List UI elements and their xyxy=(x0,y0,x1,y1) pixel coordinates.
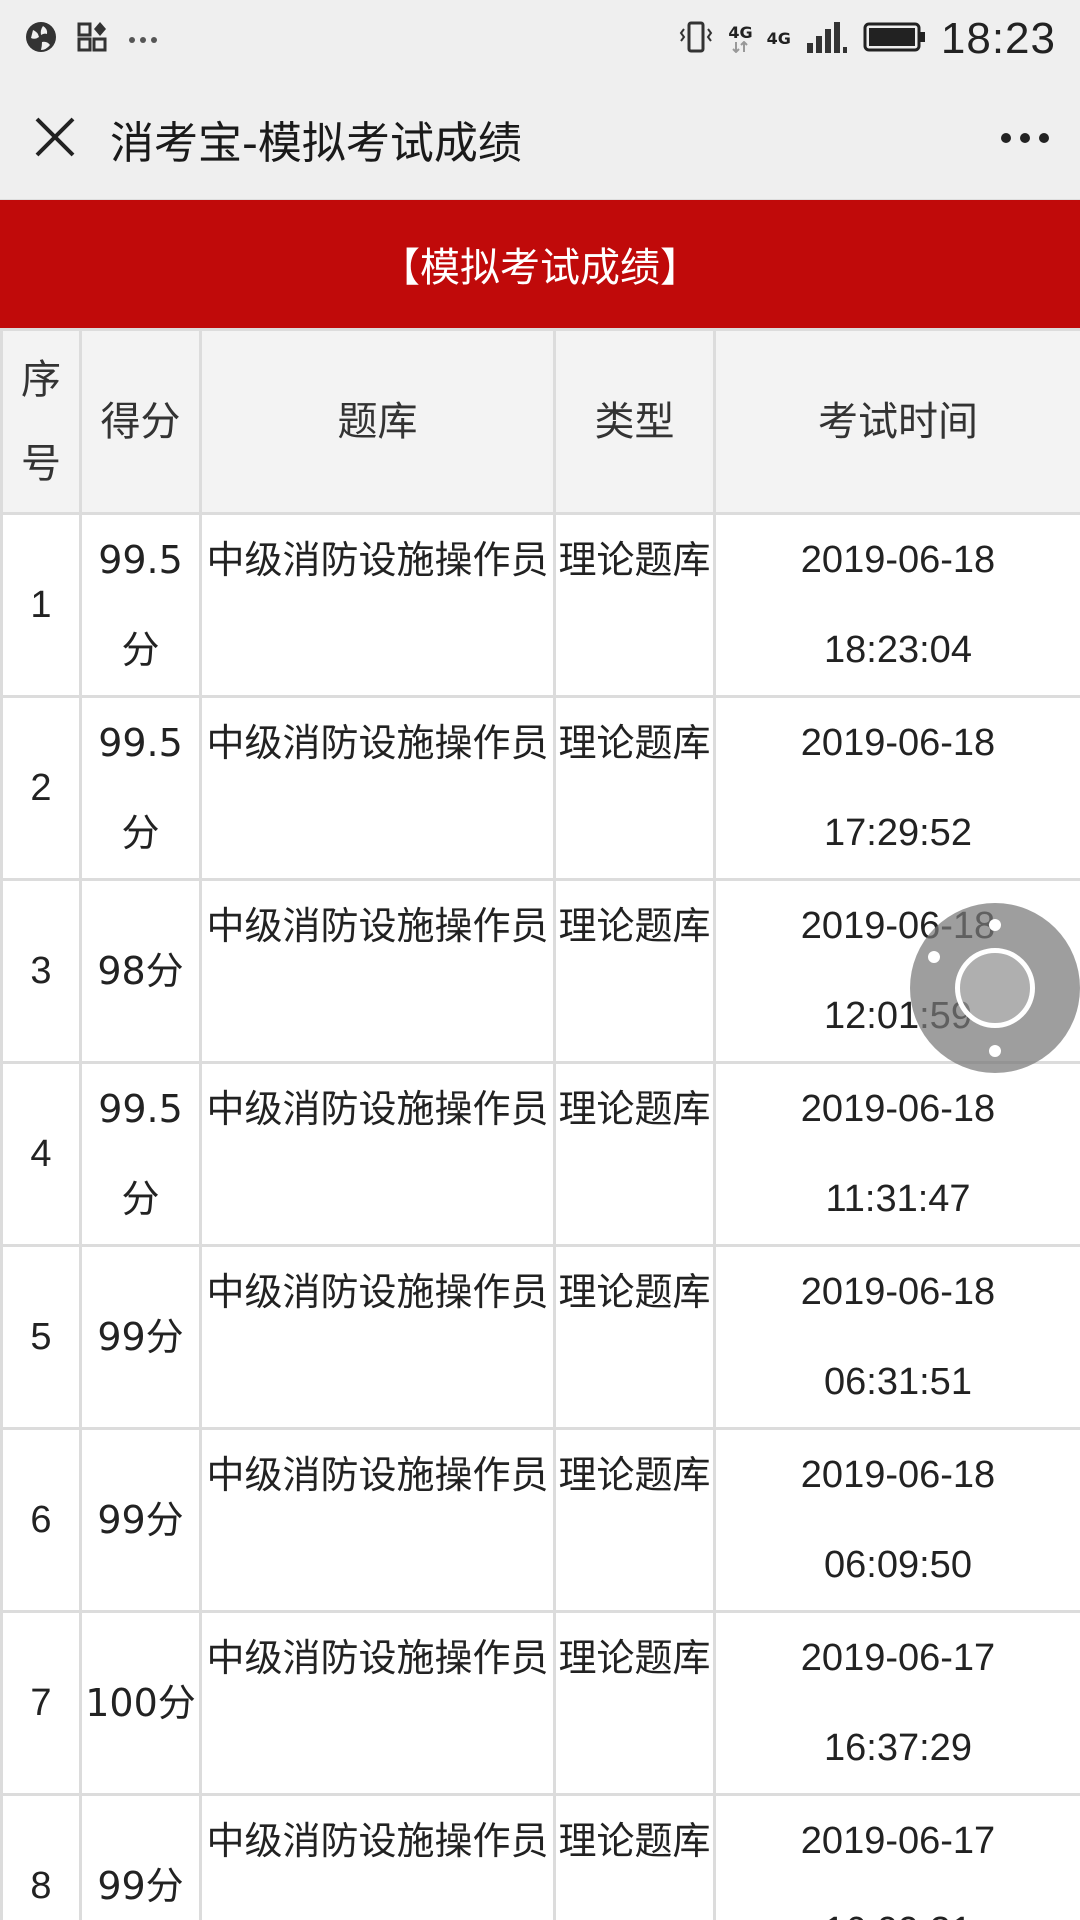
cell-bank: 中级消防设施操作员 xyxy=(199,512,556,698)
assistive-dot-icon xyxy=(989,1045,1001,1057)
header-type: 类型 xyxy=(553,328,716,515)
assistive-dot-icon xyxy=(989,919,1001,931)
header-exam-time: 考试时间 xyxy=(713,328,1080,515)
clock-time: 18:23 xyxy=(940,14,1056,63)
cell-clock: 06:31:51 xyxy=(824,1361,972,1403)
cell-type: 理论题库 xyxy=(553,878,716,1064)
cell-index: 6 xyxy=(0,1427,82,1613)
cell-bank: 中级消防设施操作员 xyxy=(199,695,556,881)
assistive-ring-icon xyxy=(955,948,1035,1028)
battery-icon xyxy=(863,20,927,58)
cell-index: 2 xyxy=(0,695,82,881)
page-title: 消考宝-模拟考试成绩 xyxy=(110,117,522,169)
score-table-wrap: 序号 得分 题库 类型 考试时间 1 99.5分 中级消防设施操作员 理论题库 … xyxy=(0,328,1080,1920)
cell-index: 1 xyxy=(0,512,82,698)
cell-exam-time: 2019-06-18 06:09:50 xyxy=(713,1427,1080,1613)
globe-icon xyxy=(24,20,58,58)
cell-type: 理论题库 xyxy=(553,695,716,881)
status-bar: 4G 4G 18:23 xyxy=(0,0,1080,78)
cell-index: 7 xyxy=(0,1610,82,1796)
cell-bank: 中级消防设施操作员 xyxy=(199,1610,556,1796)
cell-bank: 中级消防设施操作员 xyxy=(199,878,556,1064)
cell-date: 2019-06-18 xyxy=(800,1454,996,1496)
cell-date: 2019-06-18 xyxy=(800,1271,996,1313)
cell-score: 99分 xyxy=(79,1793,202,1920)
cell-type: 理论题库 xyxy=(553,1610,716,1796)
table-row: 6 99分 中级消防设施操作员 理论题库 2019-06-18 06:09:50 xyxy=(0,1427,1080,1613)
cell-type: 理论题库 xyxy=(553,1061,716,1247)
cell-index: 3 xyxy=(0,878,82,1064)
table-row: 5 99分 中级消防设施操作员 理论题库 2019-06-18 06:31:51 xyxy=(0,1244,1080,1430)
cell-type: 理论题库 xyxy=(553,1244,716,1430)
table-row: 8 99分 中级消防设施操作员 理论题库 2019-06-17 16:09:21 xyxy=(0,1793,1080,1920)
cell-score: 98分 xyxy=(79,878,202,1064)
cell-index: 8 xyxy=(0,1793,82,1920)
header-index: 序号 xyxy=(0,328,82,515)
more-icon xyxy=(1000,129,1050,148)
close-button[interactable] xyxy=(0,78,110,200)
assistive-dot-icon xyxy=(928,951,940,963)
cell-type: 理论题库 xyxy=(553,1427,716,1613)
cell-index: 5 xyxy=(0,1244,82,1430)
signal-icon xyxy=(805,19,849,59)
cell-clock: 16:37:29 xyxy=(824,1727,972,1769)
cell-clock: 18:23:04 xyxy=(824,629,972,671)
header-score: 得分 xyxy=(79,328,202,515)
table-row: 4 99.5分 中级消防设施操作员 理论题库 2019-06-18 11:31:4… xyxy=(0,1061,1080,1247)
table-header-row: 序号 得分 题库 类型 考试时间 xyxy=(0,328,1080,515)
more-button[interactable] xyxy=(970,78,1080,200)
cell-exam-time: 2019-06-18 06:31:51 xyxy=(713,1244,1080,1430)
table-row: 2 99.5分 中级消防设施操作员 理论题库 2019-06-18 17:29:5… xyxy=(0,695,1080,881)
section-banner: 【模拟考试成绩】 xyxy=(0,200,1080,328)
cell-score: 99分 xyxy=(79,1427,202,1613)
floating-assistive-button[interactable] xyxy=(910,903,1080,1073)
cell-score: 99分 xyxy=(79,1244,202,1430)
cell-index: 4 xyxy=(0,1061,82,1247)
cell-bank: 中级消防设施操作员 xyxy=(199,1427,556,1613)
close-icon xyxy=(33,115,77,163)
cell-exam-time: 2019-06-18 17:29:52 xyxy=(713,695,1080,881)
network-indicator-2: 4G xyxy=(766,29,791,48)
table-row: 1 99.5分 中级消防设施操作员 理论题库 2019-06-18 18:23:0… xyxy=(0,512,1080,698)
cell-exam-time: 2019-06-17 16:09:21 xyxy=(713,1793,1080,1920)
cell-bank: 中级消防设施操作员 xyxy=(199,1793,556,1920)
cell-score: 99.5分 xyxy=(79,1061,202,1247)
cell-date: 2019-06-17 xyxy=(800,1637,996,1679)
app-grid-icon xyxy=(76,20,110,58)
cell-score: 99.5分 xyxy=(79,695,202,881)
cell-clock: 17:29:52 xyxy=(824,812,972,854)
header-bank: 题库 xyxy=(199,328,556,515)
cell-exam-time: 2019-06-17 16:37:29 xyxy=(713,1610,1080,1796)
cell-type: 理论题库 xyxy=(553,512,716,698)
cell-date: 2019-06-18 xyxy=(800,722,996,764)
cell-exam-time: 2019-06-18 18:23:04 xyxy=(713,512,1080,698)
overflow-dots-icon xyxy=(128,30,158,49)
cell-exam-time: 2019-06-18 11:31:47 xyxy=(713,1061,1080,1247)
cell-clock: 11:31:47 xyxy=(825,1178,971,1220)
cell-clock: 06:09:50 xyxy=(824,1544,972,1586)
cell-score: 100分 xyxy=(79,1610,202,1796)
title-bar: 消考宝-模拟考试成绩 xyxy=(0,78,1080,200)
cell-clock: 16:09:21 xyxy=(824,1910,972,1920)
vibrate-icon xyxy=(678,19,714,59)
cell-date: 2019-06-17 xyxy=(800,1820,996,1862)
score-table: 序号 得分 题库 类型 考试时间 1 99.5分 中级消防设施操作员 理论题库 … xyxy=(0,328,1080,1920)
cell-bank: 中级消防设施操作员 xyxy=(199,1244,556,1430)
cell-bank: 中级消防设施操作员 xyxy=(199,1061,556,1247)
cell-score: 99.5分 xyxy=(79,512,202,698)
cell-type: 理论题库 xyxy=(553,1793,716,1920)
table-row: 7 100分 中级消防设施操作员 理论题库 2019-06-17 16:37:29 xyxy=(0,1610,1080,1796)
cell-date: 2019-06-18 xyxy=(800,1088,996,1130)
network-indicator-1: 4G xyxy=(728,25,753,53)
cell-date: 2019-06-18 xyxy=(800,539,996,581)
